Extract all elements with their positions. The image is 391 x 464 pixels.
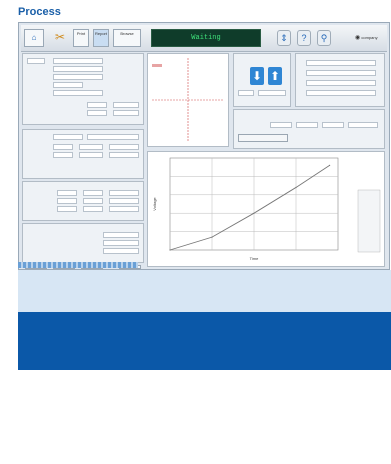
print-button[interactable]: Print [73,29,89,47]
chart-panel: Time Voltage [147,151,385,267]
test-info-panel [22,53,144,125]
field-f[interactable] [53,90,103,96]
tools-icon: ✂ [54,30,66,44]
meas-g[interactable] [57,206,77,212]
setting-b[interactable] [87,134,139,140]
sort-button[interactable]: ⇕ [277,30,291,46]
result-c [103,248,139,254]
company-logo: ◉ company [355,35,378,41]
probe-button[interactable]: ⚲ [317,30,331,46]
jog-down-button[interactable]: ⬇ [250,67,264,85]
info-panel [295,53,385,107]
legend-box [357,189,381,253]
meas-i[interactable] [109,206,139,212]
info-field-4[interactable] [306,90,376,96]
updown-arrow-icon: ⇕ [280,33,288,43]
field-h[interactable] [113,102,139,108]
logo-icon: ◉ [355,35,361,41]
meas-b[interactable] [83,190,103,196]
field-d[interactable] [53,74,103,80]
status-display: Waiting [151,29,261,47]
field-g[interactable] [87,102,107,108]
setting-a[interactable] [53,134,83,140]
meas-c[interactable] [109,190,139,196]
data-point [169,249,171,251]
result-b [103,240,139,246]
home-icon: ⌂ [31,33,37,42]
help-icon: ? [301,33,307,43]
field-e[interactable] [53,82,83,88]
result-a [103,232,139,238]
mode-field-2[interactable] [296,122,318,128]
caption-bar [18,270,391,312]
meas-d[interactable] [57,198,77,204]
toolbar: ⌂ ✂ Print Report Browse Waiting ⇕ ? ⚲ ◉ … [21,25,387,52]
data-point [329,164,331,166]
info-field-3[interactable] [306,80,376,86]
line-chart: Time Voltage [152,157,381,261]
progress-strip [18,262,138,268]
setting-e[interactable] [109,144,139,150]
app-title: Process [18,6,61,18]
results-panel [22,223,144,263]
data-point [295,186,297,189]
info-field-2[interactable] [306,70,376,76]
mode-apply-button[interactable] [238,134,288,142]
help-button[interactable]: ? [297,30,311,46]
tools-button[interactable]: ✂ [51,29,69,47]
setting-g[interactable] [79,152,103,158]
app-window: ⌂ ✂ Print Report Browse Waiting ⇕ ? ⚲ ◉ … [18,22,390,270]
meas-f[interactable] [109,198,139,204]
jog-distance-field[interactable] [258,90,286,96]
data-point [211,236,213,238]
control-mode-panel [233,109,385,149]
meas-a[interactable] [57,190,77,196]
meas-e[interactable] [83,198,103,204]
crosshair-preview [152,58,224,142]
jog-panel: ⬇ ⬆ [233,53,291,107]
x-axis-label: Time [250,256,260,261]
setting-c[interactable] [53,144,73,150]
setting-f[interactable] [53,152,73,158]
settings-panel [22,129,144,179]
measurement-panel [22,181,144,221]
field-i[interactable] [87,110,107,116]
report-button[interactable]: Report [93,29,109,47]
preview-panel [147,53,229,147]
mode-field-4[interactable] [348,122,378,128]
field-b[interactable] [53,58,103,64]
info-field-1[interactable] [306,60,376,66]
field-c[interactable] [53,66,103,72]
brand-banner [18,312,391,370]
setting-d[interactable] [79,144,103,150]
home-button[interactable]: ⌂ [24,29,44,47]
jog-speed-field[interactable] [238,90,254,96]
data-point [253,212,255,214]
probe-icon: ⚲ [320,33,328,43]
field-j[interactable] [113,110,139,116]
meas-h[interactable] [83,206,103,212]
y-axis-label: Voltage [152,197,157,211]
mode-field-3[interactable] [322,122,344,128]
browse-button[interactable]: Browse [113,29,141,47]
mode-field-1[interactable] [270,122,292,128]
arrow-up-icon: ⬆ [269,69,281,83]
field-a[interactable] [27,58,45,64]
jog-up-button[interactable]: ⬆ [268,67,282,85]
arrow-down-icon: ⬇ [251,69,263,83]
setting-h[interactable] [109,152,139,158]
